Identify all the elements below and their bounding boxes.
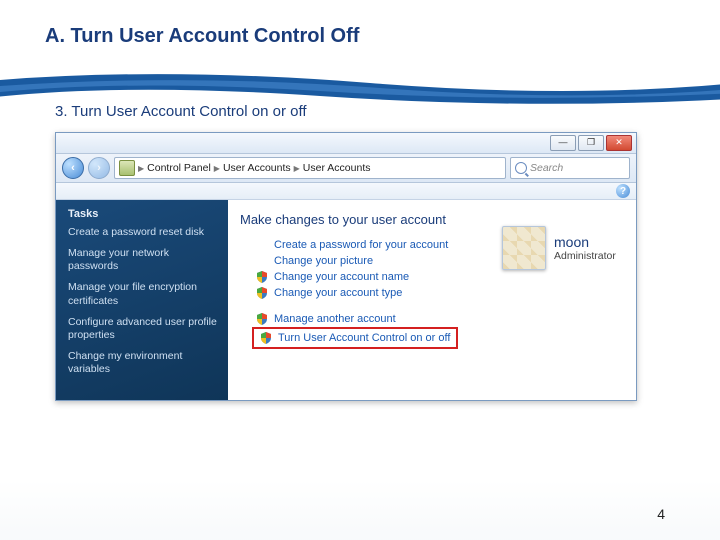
decorative-swoosh bbox=[0, 58, 720, 118]
search-icon bbox=[515, 162, 527, 174]
sidebar-heading: Tasks bbox=[68, 208, 218, 220]
avatar bbox=[502, 226, 546, 270]
shield-icon bbox=[256, 287, 268, 299]
tasks-sidebar: Tasks Create a password reset disk Manag… bbox=[56, 200, 228, 400]
user-account-box: moon Administrator bbox=[502, 226, 622, 270]
user-name: moon bbox=[554, 234, 616, 250]
user-info: moon Administrator bbox=[554, 234, 616, 262]
task-link[interactable]: Change my environment variables bbox=[68, 350, 218, 376]
task-link[interactable]: Configure advanced user profile properti… bbox=[68, 316, 218, 342]
highlighted-uac-link: Turn User Account Control on or off bbox=[252, 327, 458, 349]
shield-icon bbox=[256, 271, 268, 283]
breadcrumb-item[interactable]: Control Panel bbox=[147, 162, 211, 174]
action-manage-another[interactable]: Manage another account bbox=[240, 311, 624, 327]
search-input[interactable]: Search bbox=[510, 157, 630, 179]
chevron-right-icon: ▶ bbox=[214, 164, 220, 173]
footer-decoration bbox=[0, 480, 720, 540]
task-link[interactable]: Manage your network passwords bbox=[68, 247, 218, 273]
slide-title: A. Turn User Account Control Off bbox=[0, 0, 720, 48]
task-link[interactable]: Manage your file encryption certificates bbox=[68, 281, 218, 307]
control-panel-icon bbox=[119, 160, 135, 176]
breadcrumb-item[interactable]: User Accounts bbox=[303, 162, 371, 174]
action-change-type[interactable]: Change your account type bbox=[240, 285, 624, 301]
forward-button[interactable]: › bbox=[88, 157, 110, 179]
maximize-button[interactable]: ❐ bbox=[578, 135, 604, 151]
window-titlebar: — ❐ ✕ bbox=[56, 133, 636, 154]
action-change-name[interactable]: Change your account name bbox=[240, 269, 624, 285]
back-button[interactable]: ‹ bbox=[62, 157, 84, 179]
main-panel: Make changes to your user account Create… bbox=[228, 200, 636, 400]
toolbar: ? bbox=[56, 183, 636, 200]
chevron-right-icon: ▶ bbox=[138, 164, 144, 173]
shield-icon bbox=[256, 313, 268, 325]
search-placeholder: Search bbox=[530, 162, 563, 174]
address-breadcrumb[interactable]: ▶ Control Panel ▶ User Accounts ▶ User A… bbox=[114, 157, 506, 179]
navigation-bar: ‹ › ▶ Control Panel ▶ User Accounts ▶ Us… bbox=[56, 154, 636, 183]
page-number: 4 bbox=[657, 506, 665, 522]
screenshot-window: — ❐ ✕ ‹ › ▶ Control Panel ▶ User Account… bbox=[55, 132, 637, 401]
chevron-right-icon: ▶ bbox=[294, 164, 300, 173]
shield-icon bbox=[260, 332, 272, 344]
help-button[interactable]: ? bbox=[616, 184, 630, 198]
action-turn-uac-off[interactable]: Turn User Account Control on or off bbox=[256, 330, 454, 346]
close-button[interactable]: ✕ bbox=[606, 135, 632, 151]
minimize-button[interactable]: — bbox=[550, 135, 576, 151]
breadcrumb-item[interactable]: User Accounts bbox=[223, 162, 291, 174]
user-role: Administrator bbox=[554, 250, 616, 262]
task-link[interactable]: Create a password reset disk bbox=[68, 226, 218, 239]
main-heading: Make changes to your user account bbox=[240, 212, 624, 227]
